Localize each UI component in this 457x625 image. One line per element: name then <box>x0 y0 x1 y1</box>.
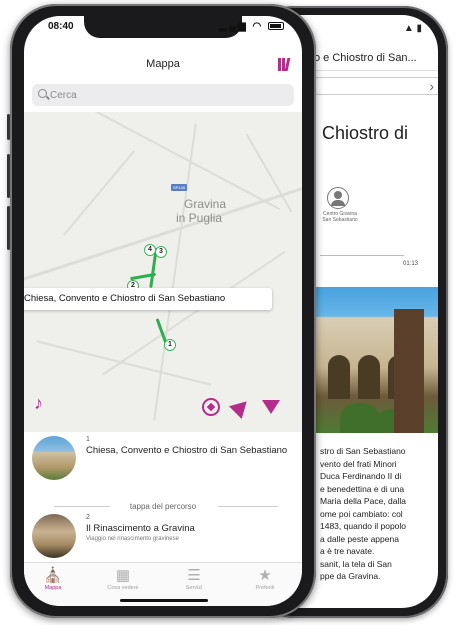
stop-subtitle: Viaggio nel rinascimento gravinese <box>86 536 179 542</box>
front-phone: 08:40 ▂▄▆ ◠ Mappa SP148 Gravina in Pugli… <box>7 4 316 618</box>
book-icon[interactable] <box>278 58 291 71</box>
tab-mappa[interactable]: ⛪ Mappa <box>28 567 78 591</box>
body-line: ppe da Gravina. <box>320 571 381 581</box>
volume-up-button <box>7 154 10 198</box>
chevron-right-icon: › <box>429 78 434 94</box>
stop-number: 2 <box>86 514 90 521</box>
list-item[interactable]: 2 Il Rinascimento a Gravina Viaggio nel … <box>24 510 302 562</box>
stop-title: Il Rinascimento a Gravina <box>86 523 195 534</box>
tab-preferiti[interactable]: ★ Preferiti <box>240 567 290 591</box>
mute-switch <box>7 114 10 140</box>
map-marker[interactable]: 3 <box>155 246 167 258</box>
map-view[interactable]: SP148 Gravina in Puglia 4 3 2 1 Chiesa, … <box>24 112 302 432</box>
body-line: stro di San Sebastiano <box>320 446 406 456</box>
body-line: Duca Ferdinando II di <box>320 471 402 481</box>
author-icon[interactable] <box>327 187 349 209</box>
tab-label: Preferiti <box>255 585 275 591</box>
grid-icon: ▦ <box>115 567 131 584</box>
compass-icon[interactable] <box>202 398 220 416</box>
filter-icon[interactable] <box>262 400 280 414</box>
status-bar: 08:40 ▂▄▆ ◠ <box>48 21 284 35</box>
stop-number: 1 <box>86 436 90 443</box>
author-caption: Centro Gravina San Sebastiano <box>322 211 358 223</box>
arch <box>328 355 350 399</box>
tab-label: Cosa vedere <box>107 585 139 591</box>
map-road <box>102 250 286 376</box>
front-screen: 08:40 ▂▄▆ ◠ Mappa SP148 Gravina in Pugli… <box>24 16 302 606</box>
search-icon <box>38 89 47 98</box>
church-icon: ⛪ <box>43 567 63 584</box>
home-indicator <box>120 599 208 602</box>
body-line: 1483, quando il popolo <box>320 521 407 531</box>
body-line: a è tre navate. <box>320 546 375 556</box>
stop-thumbnail <box>32 436 76 480</box>
body-line: Maria della Pace, dalla <box>320 496 406 506</box>
map-marker[interactable]: 1 <box>164 339 176 351</box>
music-note-icon[interactable]: ♪ <box>34 394 43 412</box>
status-icons: ▂▄▆ ◠ <box>219 21 284 32</box>
map-callout[interactable]: Chiesa, Convento e Chiostro di San Sebas… <box>24 288 272 310</box>
column <box>394 309 424 433</box>
tab-bar: ⛪ Mappa ▦ Cosa vedere ☰ Servizi ★ Prefer… <box>24 562 302 606</box>
tab-label: Servizi <box>185 585 203 591</box>
tab-cosa-vedere[interactable]: ▦ Cosa vedere <box>98 567 148 591</box>
body-line: sanit, la tela di San <box>320 558 392 569</box>
back-heading: Chiostro di <box>322 123 409 143</box>
star-icon: ★ <box>258 567 272 584</box>
back-status-icons: ▲ ▮ <box>403 23 422 34</box>
map-road <box>62 150 136 236</box>
tree <box>340 403 380 433</box>
nav-bar: Mappa <box>24 52 302 76</box>
body-line: vento del frati Minori <box>320 458 397 469</box>
audio-progress-bar[interactable] <box>320 255 404 256</box>
map-town-label: in Puglia <box>176 211 223 225</box>
list-item[interactable]: 1 Chiesa, Convento e Chiostro di San Seb… <box>24 432 302 484</box>
map-road <box>36 340 212 386</box>
back-body-text: stro di San Sebastiano vento del frati M… <box>320 445 432 583</box>
page-title: Mappa <box>146 58 180 70</box>
arch <box>358 355 380 399</box>
stop-thumbnail <box>32 514 76 558</box>
battery-icon <box>268 22 284 31</box>
map-road-tag: SP148 <box>171 184 188 191</box>
volume-down-button <box>7 206 10 250</box>
status-time: 08:40 <box>48 21 74 32</box>
body-line: a dalle peste appena <box>320 533 399 544</box>
back-segment-control[interactable]: › <box>314 77 438 95</box>
cloister-photo <box>314 287 438 433</box>
body-line: ome poi cambiato: col <box>320 508 403 519</box>
map-road <box>67 112 281 211</box>
audio-duration: 01:13 <box>402 261 418 267</box>
search-bar <box>32 84 294 106</box>
list-icon: ☰ <box>187 567 201 584</box>
search-input[interactable] <box>50 87 288 103</box>
map-town-label: Gravina <box>184 197 227 211</box>
tab-label: Mappa <box>44 585 62 591</box>
stops-list: 1 Chiesa, Convento e Chiostro di San Seb… <box>24 432 302 562</box>
location-arrow-icon[interactable] <box>228 394 254 420</box>
body-line: e benedettina e di una <box>320 483 405 494</box>
tab-servizi[interactable]: ☰ Servizi <box>169 567 219 591</box>
stop-title: Chiesa, Convento e Chiostro di San Sebas… <box>86 445 288 456</box>
